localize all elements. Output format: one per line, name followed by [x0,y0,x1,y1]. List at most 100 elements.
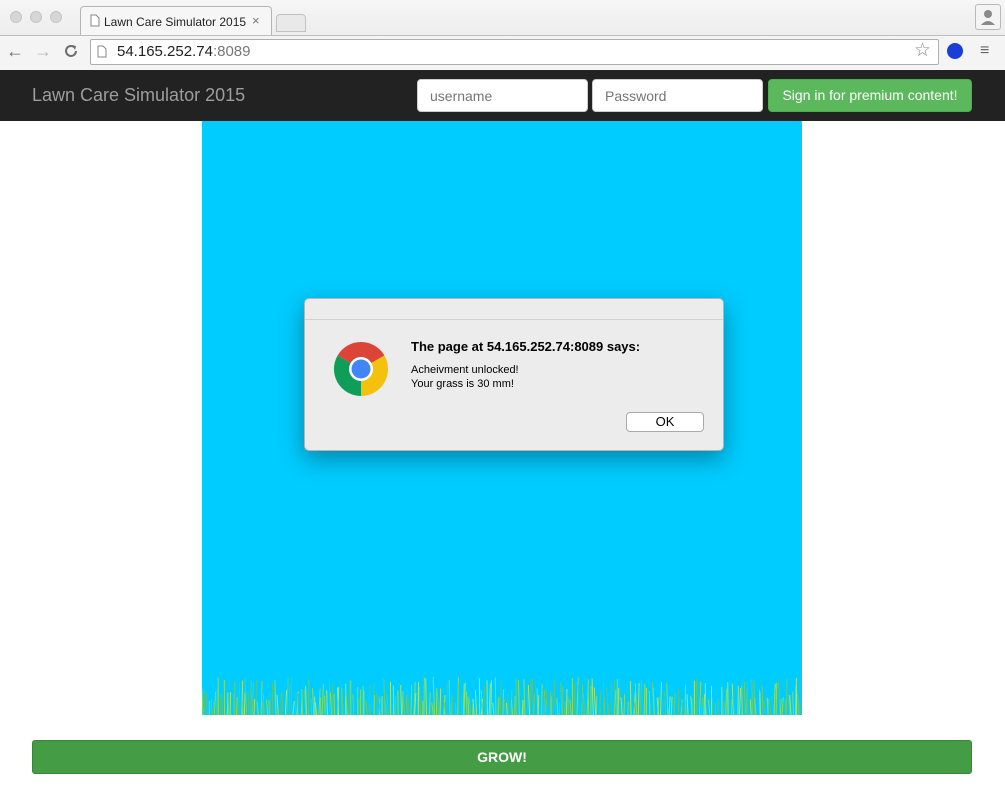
grass-blade [577,685,580,715]
grass-blade [203,689,206,715]
grass-blade [583,693,585,715]
grass-blade [216,688,218,715]
grass-blade [666,683,669,715]
grass-blade [617,687,620,715]
grass-blade [401,691,404,715]
grass-blade [502,689,504,715]
grass-blade [268,692,272,715]
grass-blade [467,696,470,715]
grass-blade [474,689,478,715]
url-port: :8089 [212,43,251,60]
grass-blade [242,702,244,715]
grass-blade [553,678,556,715]
minimize-window-icon[interactable] [30,11,42,23]
site-brand[interactable]: Lawn Care Simulator 2015 [32,85,245,106]
grass-blade [318,688,321,715]
grass-blade [368,685,371,715]
grass-blade [745,687,748,715]
grass-blade [797,693,800,715]
grass-blade [751,679,754,715]
grass-blade [286,677,289,715]
grass-blade [294,692,297,715]
url-text[interactable]: 54.165.252.74:8089 [117,43,250,60]
grass-blade [402,695,406,715]
grass-blade [345,692,348,715]
grass-blade [700,697,704,715]
grass-blade [243,692,246,715]
grass-blade [490,680,492,715]
grass-blade [429,702,432,715]
grass-blade [711,698,714,715]
grass-blade [400,684,403,715]
tab-close-icon[interactable]: × [252,13,260,28]
grass-blade [754,697,757,715]
bookmark-star-icon[interactable]: ☆ [914,39,931,62]
grass-blade [256,680,258,715]
signin-button[interactable]: Sign in for premium content! [768,79,972,112]
grass-blade [523,679,526,715]
grass-blade [527,684,531,715]
grass-blade [439,688,442,715]
grass-blade [312,688,315,715]
grass-blade [716,698,719,715]
grass-blade [637,682,640,715]
forward-icon[interactable]: → [34,41,52,62]
grow-button[interactable]: GROW! [32,740,972,774]
grass-blade [220,693,224,715]
grass-blade [703,694,705,715]
grass-blade [292,700,295,715]
grass-blade [365,700,368,715]
chrome-logo-icon [333,341,389,396]
profile-button[interactable] [975,4,1001,30]
grass-blade [251,682,254,715]
grass-blade [369,702,372,715]
grass-blade [541,683,543,715]
zoom-window-icon[interactable] [50,11,62,23]
grass-blade [660,682,662,715]
grass-blade [505,702,508,715]
ok-button[interactable]: OK [626,412,704,432]
password-input[interactable] [592,79,763,112]
username-input[interactable] [417,79,588,112]
reload-icon[interactable] [63,43,79,59]
back-icon[interactable]: ← [6,41,24,62]
grass-blade [723,702,725,715]
grass-blade [499,681,502,715]
grass-blade [749,699,752,715]
grass-blade [229,692,232,715]
grass-blade [761,685,764,715]
grass-blade [698,681,702,715]
grass-blade [410,684,413,715]
close-window-icon[interactable] [10,11,22,23]
grass-blade [670,696,673,715]
grass-blade [284,690,288,715]
dialog-message: Acheivment unlocked! Your grass is 30 mm… [411,364,519,390]
grass-blade [708,699,711,715]
grass-blade [560,683,563,715]
grass-blade [266,699,269,715]
grass-blade [503,698,506,715]
grass-blade [276,695,279,715]
grass-blade [564,701,566,715]
grass-blade [260,681,263,715]
menu-icon[interactable]: ≡ [980,42,989,60]
grass-blade [792,691,794,715]
grass-blade [238,683,241,715]
extension-icon[interactable] [947,43,963,59]
grass-blade [451,696,454,715]
grass-blade [573,684,576,715]
grass-blade [759,692,761,715]
grass-blade [483,685,486,715]
grass-blade [545,689,548,715]
grass-blade [213,691,217,715]
new-tab-button[interactable] [276,14,306,32]
grass-blade [785,678,788,715]
grass-blade [746,681,749,715]
grass-blade [206,692,208,715]
grass-blade [620,697,623,715]
grass-blade [418,686,422,715]
grass-blade [531,678,534,715]
grass-blade [425,678,427,715]
grass-blade [202,688,204,715]
grass-blade [253,698,256,715]
